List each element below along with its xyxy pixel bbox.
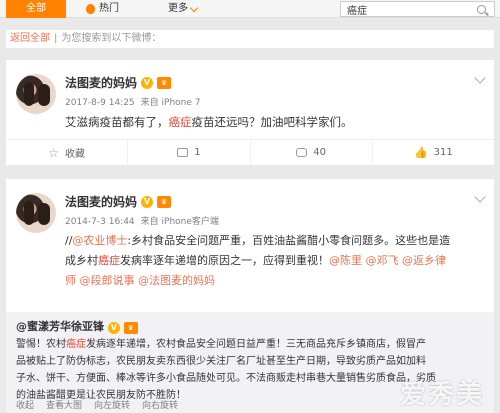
user-name-row: 法图麦的妈妈 V ♛ [65,193,172,210]
collect-button[interactable]: ☆ 收藏 [6,140,129,165]
weibo-card: 法图麦的妈妈 V ♛ 2014-7-3 16:44 来自 iPhone客户端 //… [6,179,494,413]
post-line: 成乡村癌症发病率逐年递增的原因之一，应得到重视！@陈里 @邓飞 @返乡律 [65,251,485,271]
keyword-highlight: 癌症 [98,254,120,267]
post-text-part: 艾滋病疫苗都有了， [65,115,169,129]
tab-hot[interactable]: 热门 [86,0,119,18]
post-text-part: 疫苗还远吗？加油吧科学家们。 [191,115,353,129]
like-count: 311 [433,147,453,158]
tab-more[interactable]: 更多 [168,0,199,18]
post-text-part: :乡村食品安全问题严重，百姓油盐酱醋小零食问题多。这些也是造 [127,234,451,247]
breadcrumb: 返回全部 | 为您搜索到以下微博： [6,30,494,48]
post-meta: 2014-7-3 16:44 来自 iPhone客户端 [65,214,219,227]
thumbs-up-icon: 👍 [413,146,428,159]
mention-link[interactable]: @返乡律 [402,254,446,267]
repost-text-part: 警惕！农村 [16,339,66,350]
post-source: 来自 iPhone客户端 [140,217,219,227]
post-menu-chevron-icon[interactable] [474,72,486,84]
rotate-left-button[interactable]: 向左旋转 [94,398,130,411]
comment-button[interactable]: 40 [251,140,373,165]
repost-text-part: 发病逐年递增，农村食品安全问题日益严重！三无商品充斥乡镇商店，假冒产 [86,339,426,350]
like-button[interactable]: 👍 311 [373,140,494,165]
user-name[interactable]: 法图麦的妈妈 [65,193,137,210]
repost-line: 警惕！农村癌症发病逐年递增，农村食品安全问题日益严重！三无商品充斥乡镇商店，假冒… [16,336,486,353]
post-time[interactable]: 2017-8-9 14:25 [65,98,135,108]
repost-author-name[interactable]: @蜜漾芳华徐亚锋 [16,320,104,333]
tab-all[interactable]: 全部 [6,0,66,18]
post-text-part: 成乡村 [65,254,98,267]
share-count: 1 [194,147,201,158]
share-icon [177,148,189,157]
verified-icon: V [107,322,120,334]
post-actions: ☆ 收藏 1 40 👍 311 [6,139,494,165]
post-text-part: 发病率逐年递增的原因之一，应得到重视！ [120,254,329,267]
user-name-row: 法图麦的妈妈 V ♛ [65,74,172,91]
keyword-highlight: 癌症 [66,339,86,350]
reposted-weibo: @蜜漾芳华徐亚锋 V ♛ 警惕！农村癌症发病逐年递增，农村食品安全问题日益严重！… [6,312,494,413]
collect-label: 收藏 [65,149,85,160]
verified-icon: V [141,76,154,89]
post-time[interactable]: 2014-7-3 16:44 [65,217,135,227]
view-large-button[interactable]: 查看大图 [46,398,82,411]
avatar[interactable] [16,193,56,233]
repost-author: @蜜漾芳华徐亚锋 V ♛ [16,318,138,334]
user-name[interactable]: 法图麦的妈妈 [65,74,137,91]
mention-link[interactable]: @农业博士 [72,234,127,247]
site-watermark: 爱秀美 [399,380,484,410]
tab-more-label: 更多 [168,3,188,14]
breadcrumb-separator: | [54,33,58,44]
collapse-button[interactable]: 收起 [16,398,34,411]
repost-line: 品被贴上了防伪标志，农民朋友卖东西很少关注厂名厂址甚至生产日期，导致劣质产品如加… [16,356,426,367]
search-input[interactable]: 癌症 [347,2,477,17]
post-source: 来自 iPhone 7 [140,98,201,108]
comment-icon [296,148,308,157]
mention-link[interactable]: @陈里 [329,254,362,267]
rotate-right-button[interactable]: 向右旋转 [142,398,178,411]
star-icon: ☆ [48,145,59,160]
mention-link[interactable]: 师 [65,274,76,287]
top-tab-bar: 全部 热门 更多 癌症 [0,0,500,18]
post-text: 艾滋病疫苗都有了，癌症疫苗还远吗？加油吧科学家们。 [65,112,353,132]
fire-icon [86,4,95,14]
tab-hot-label: 热门 [99,3,119,14]
search-icon[interactable] [477,4,486,14]
level-badge: ♛ [123,322,138,334]
search-box[interactable]: 癌症 [340,1,495,17]
level-badge: ♛ [157,76,172,89]
post-meta: 2017-8-9 14:25 来自 iPhone 7 [65,95,200,108]
level-badge: ♛ [157,195,172,208]
weibo-card: 法图麦的妈妈 V ♛ 2017-8-9 14:25 来自 iPhone 7 艾滋病… [6,60,494,165]
back-to-all-link[interactable]: 返回全部 [10,33,50,44]
comment-count: 40 [313,147,326,158]
post-menu-chevron-icon[interactable] [474,191,486,203]
image-actions: 收起 查看大图 向左旋转 向右旋转 [16,398,178,411]
share-button[interactable]: 1 [128,140,251,165]
post-line: 师 @段郎说事 @法图麦的妈妈 [65,271,485,291]
post-line: //@农业博士:乡村食品安全问题严重，百姓油盐酱醋小零食问题多。这些也是造 [65,231,485,251]
post-text: //@农业博士:乡村食品安全问题严重，百姓油盐酱醋小零食问题多。这些也是造 成乡… [65,231,485,291]
mention-link[interactable]: @法图麦的妈妈 [138,274,215,287]
avatar[interactable] [16,74,56,114]
search-result-tip: 为您搜索到以下微博： [61,33,162,44]
mention-link[interactable]: @段郎说事 [80,274,135,287]
keyword-highlight: 癌症 [168,115,192,129]
verified-icon: V [141,195,154,208]
mention-link[interactable]: @邓飞 [366,254,399,267]
chevron-down-icon [189,3,199,12]
